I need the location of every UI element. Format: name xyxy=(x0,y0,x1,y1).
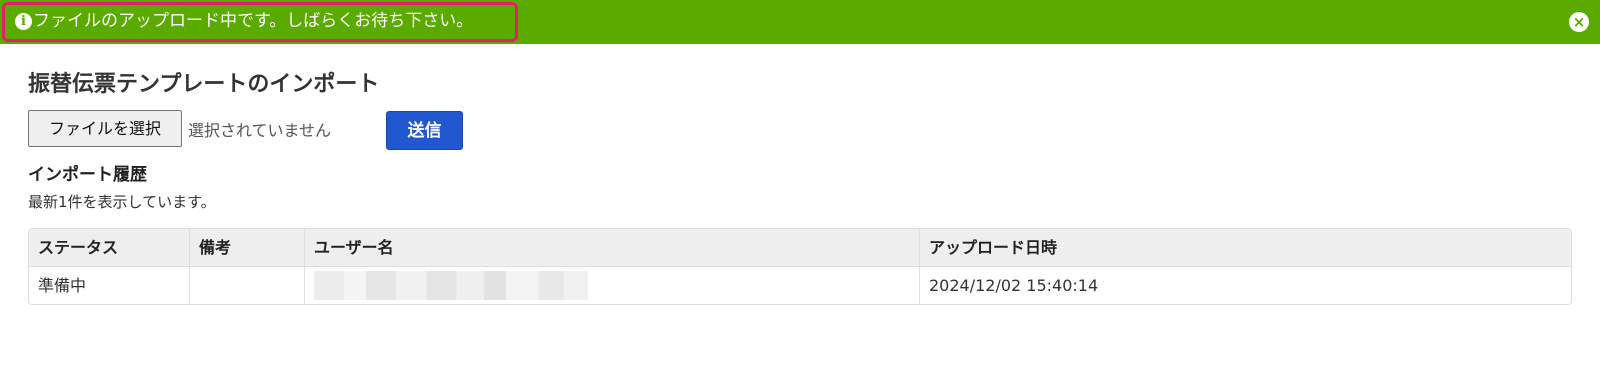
redacted-username xyxy=(314,271,588,300)
file-selection-status: 選択されていません xyxy=(188,121,332,140)
column-header-username: ユーザー名 xyxy=(304,229,919,266)
status-cell: 準備中 xyxy=(38,276,87,295)
table-header-row: ステータス 備考 ユーザー名 アップロード日時 xyxy=(29,229,1571,267)
import-history-note: 最新1件を表示しています。 xyxy=(28,193,216,211)
column-header-status: ステータス xyxy=(38,238,119,257)
username-cell xyxy=(304,267,919,304)
column-header-upload-datetime: アップロード日時 xyxy=(919,229,1571,266)
close-icon[interactable]: × xyxy=(1569,12,1589,32)
upload-notification-banner: i ファイルのアップロード中です。しばらくお待ち下さい。 × xyxy=(0,0,1600,44)
remarks-cell xyxy=(189,267,304,304)
notification-message: ファイルのアップロード中です。しばらくお待ち下さい。 xyxy=(33,11,474,31)
info-icon: i xyxy=(15,13,32,30)
submit-button[interactable]: 送信 xyxy=(386,111,463,150)
import-history-title: インポート履歴 xyxy=(28,165,147,185)
column-header-remarks: 備考 xyxy=(189,229,304,266)
upload-datetime-cell: 2024/12/02 15:40:14 xyxy=(919,267,1571,304)
page-title: 振替伝票テンプレートのインポート xyxy=(28,72,380,97)
choose-file-button[interactable]: ファイルを選択 xyxy=(28,110,182,147)
table-row: 準備中 2024/12/02 15:40:14 xyxy=(29,267,1571,304)
import-history-table: ステータス 備考 ユーザー名 アップロード日時 準備中 2024/12/02 1… xyxy=(28,228,1572,305)
